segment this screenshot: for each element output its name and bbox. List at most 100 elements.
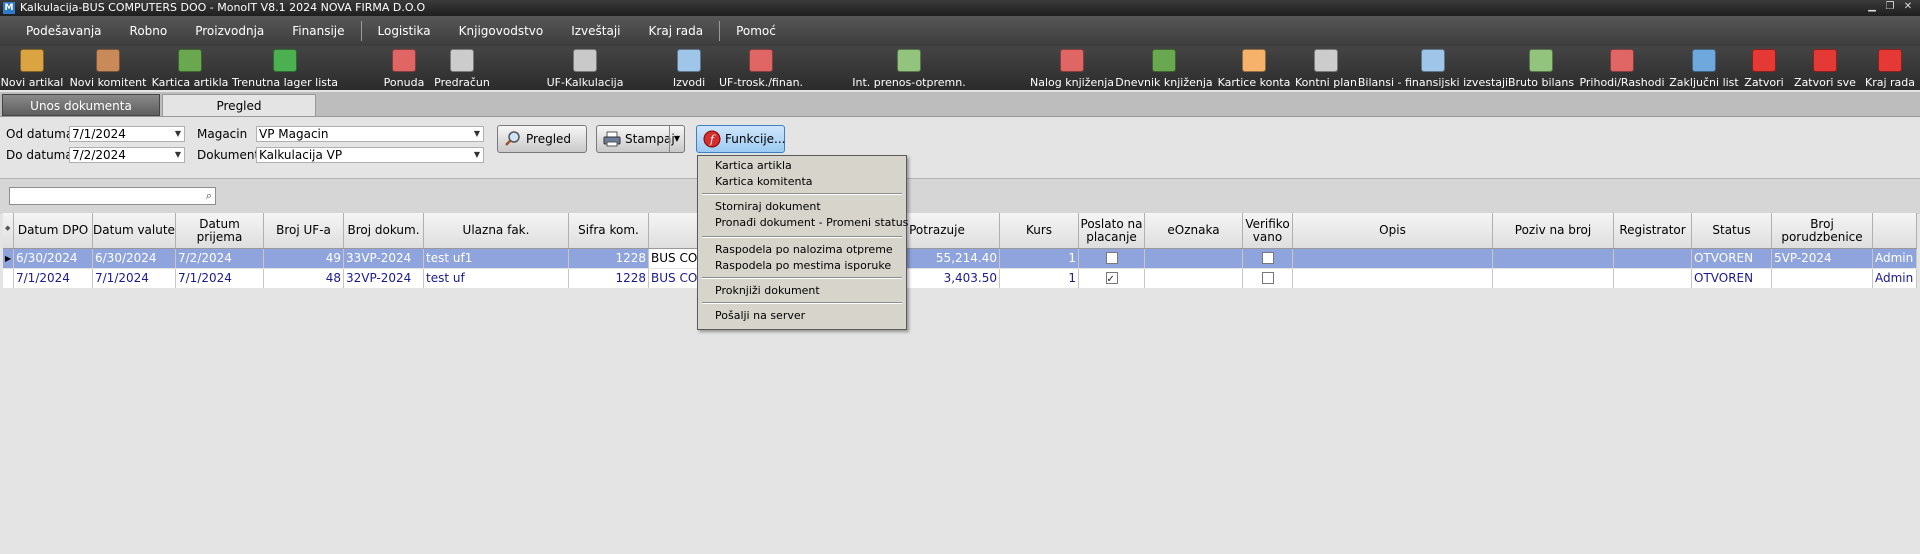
column-header[interactable]: Poziv na broj bbox=[1493, 213, 1614, 248]
checkbox[interactable] bbox=[1105, 251, 1118, 264]
pregled-button[interactable]: Pregled bbox=[497, 125, 587, 153]
menu-separator bbox=[702, 277, 902, 279]
column-header[interactable]: Datum prijema bbox=[176, 213, 264, 248]
table-cell bbox=[1293, 269, 1493, 288]
table-cell: 7/2/2024 bbox=[176, 249, 264, 268]
item-card-icon bbox=[178, 49, 202, 72]
proforma-icon bbox=[450, 49, 474, 72]
magnifier-icon bbox=[504, 130, 522, 148]
search-icon[interactable]: ⌕ bbox=[206, 189, 212, 203]
functions-menu-item[interactable]: Proknjiži dokument bbox=[715, 284, 820, 298]
close-window-icon[interactable]: ✕ bbox=[1902, 0, 1914, 14]
column-header[interactable]: Broj dokum. bbox=[344, 213, 424, 248]
functions-menu-item[interactable]: Pošalji na server bbox=[715, 309, 805, 323]
window-title: Kalkulacija-BUS COMPUTERS DOO - MonoIT V… bbox=[20, 1, 426, 14]
column-header[interactable]: Datum valute bbox=[93, 213, 176, 248]
chevron-down-icon[interactable]: ▼ bbox=[175, 148, 181, 162]
warehouse-select[interactable]: VP Magacin ▼ bbox=[256, 126, 484, 142]
toolbar-label: Trenutna lager lista bbox=[231, 76, 339, 89]
functions-menu-item[interactable]: Raspodela po mestima isporuke bbox=[715, 259, 891, 273]
account-cards-icon bbox=[1242, 49, 1266, 72]
statements-icon bbox=[677, 49, 701, 72]
menu-kraj-rada[interactable]: Kraj rada bbox=[635, 16, 718, 46]
toolbar-transfer-button[interactable]: Int. prenos-otpremn. bbox=[849, 47, 969, 89]
column-header[interactable]: Sifra kom. bbox=[569, 213, 649, 248]
toolbar-balance-button[interactable]: Bilansi - finansijski izvestaji bbox=[1358, 47, 1508, 89]
funkcije-button-label: Funkcije... bbox=[725, 132, 786, 146]
to-date-value: 7/2/2024 bbox=[72, 148, 126, 162]
menu-izvestaji[interactable]: Izveštaji bbox=[557, 16, 634, 46]
checkbox[interactable] bbox=[1105, 270, 1118, 288]
column-header[interactable]: Broj UF-a bbox=[264, 213, 344, 248]
menu-knjigovodstvo[interactable]: Knjigovodstvo bbox=[445, 16, 558, 46]
menu-podesavanja[interactable]: Podešavanja bbox=[12, 16, 116, 46]
functions-menu-item[interactable]: Raspodela po nalozima otpreme bbox=[715, 243, 893, 257]
toolbar-label: Predračun bbox=[434, 76, 490, 89]
menu-robno[interactable]: Robno bbox=[116, 16, 182, 46]
menu-pomoc[interactable]: Pomoć bbox=[722, 16, 790, 46]
tab-pregled[interactable]: Pregled bbox=[162, 94, 316, 116]
document-select[interactable]: Kalkulacija VP ▼ bbox=[256, 147, 484, 163]
menu-logistika[interactable]: Logistika bbox=[364, 16, 445, 46]
tab-unos-dokumenta[interactable]: Unos dokumenta bbox=[2, 94, 160, 116]
menu-separator bbox=[702, 193, 902, 195]
column-header[interactable]: Opis bbox=[1293, 213, 1493, 248]
transfer-icon bbox=[897, 49, 921, 72]
table-cell: 1 bbox=[1000, 269, 1079, 288]
gross-balance-icon bbox=[1529, 49, 1553, 72]
filter-panel: Od datuma 7/1/2024 ▼ Do datuma 7/2/2024 ▼ … bbox=[0, 116, 1920, 179]
functions-menu-item[interactable]: Pronađi dokument - Promeni status bbox=[715, 216, 908, 230]
column-header[interactable]: eOznaka bbox=[1145, 213, 1243, 248]
stampaj-button-label: Stampaj bbox=[625, 132, 675, 146]
table-cell bbox=[1772, 269, 1873, 288]
checkbox[interactable] bbox=[1261, 271, 1274, 284]
menu-separator bbox=[719, 21, 721, 41]
stampaj-button[interactable]: Stampaj ▼ bbox=[596, 125, 685, 153]
table-cell: 5VP-2024 bbox=[1772, 249, 1873, 268]
toolbar-stock-list-button[interactable]: Trenutna lager lista bbox=[225, 47, 345, 89]
functions-menu-item[interactable]: Storniraj dokument bbox=[715, 200, 821, 214]
column-header[interactable]: Datum DPO bbox=[14, 213, 93, 248]
column-header[interactable]: Ulazna fak. bbox=[424, 213, 569, 248]
functions-menu-item[interactable]: Kartica artikla bbox=[715, 159, 792, 173]
chevron-down-icon[interactable]: ▼ bbox=[175, 127, 181, 141]
stock-list-icon bbox=[273, 49, 297, 72]
toolbar-power-button[interactable]: Kraj rada bbox=[1830, 47, 1920, 89]
restore-icon[interactable]: ❐ bbox=[1884, 0, 1896, 14]
toolbar-costs-button[interactable]: UF-trosk./finan. bbox=[701, 47, 821, 89]
chevron-down-icon[interactable]: ▼ bbox=[474, 148, 480, 162]
column-header[interactable]: Poslato na placanje bbox=[1079, 213, 1145, 248]
toolbar-proforma-button[interactable]: Predračun bbox=[402, 47, 522, 89]
column-header[interactable]: Status bbox=[1692, 213, 1772, 248]
column-header[interactable]: Kurs bbox=[1000, 213, 1079, 248]
select-all-icon[interactable]: ◆ bbox=[5, 224, 10, 232]
toolbar-label: Kartica artikla bbox=[151, 76, 229, 89]
chevron-down-icon[interactable]: ▼ bbox=[474, 127, 480, 141]
column-header[interactable]: Broj porudzbenice bbox=[1772, 213, 1873, 248]
search-input[interactable]: ⌕ bbox=[9, 187, 216, 205]
toolbar-calculation-button[interactable]: UF-Kalkulacija bbox=[525, 47, 645, 89]
pregled-button-label: Pregled bbox=[526, 132, 572, 146]
document-value: Kalkulacija VP bbox=[259, 148, 343, 162]
table-row[interactable]: ▶ 6/30/2024 6/30/2024 7/2/2024 49 33VP-2024 te… bbox=[3, 249, 1917, 268]
table-cell: 7/1/2024 bbox=[14, 269, 93, 288]
table-row[interactable]: 7/1/2024 7/1/2024 7/1/2024 48 32VP-2024 test … bbox=[3, 269, 1917, 288]
funkcije-button[interactable]: f Funkcije... bbox=[696, 125, 786, 153]
search-bar: ⌕ bbox=[0, 178, 1920, 214]
table-cell: 6/30/2024 bbox=[93, 249, 176, 268]
functions-menu-item[interactable]: Kartica komitenta bbox=[715, 175, 813, 189]
from-date-field[interactable]: 7/1/2024 ▼ bbox=[69, 126, 185, 142]
menu-proizvodnja[interactable]: Proizvodnja bbox=[181, 16, 278, 46]
to-date-field[interactable]: 7/2/2024 ▼ bbox=[69, 147, 185, 163]
document-label: Dokument bbox=[197, 148, 260, 162]
chevron-down-icon[interactable]: ▼ bbox=[669, 126, 684, 152]
minimize-icon[interactable]: ▁ bbox=[1866, 0, 1878, 14]
column-header[interactable]: Registrator bbox=[1614, 213, 1692, 248]
column-header[interactable] bbox=[1873, 213, 1917, 248]
menu-finansije[interactable]: Finansije bbox=[278, 16, 358, 46]
toolbar-label: Kontni plan bbox=[1295, 76, 1357, 89]
table-cell bbox=[1145, 249, 1243, 268]
table-cell bbox=[1079, 249, 1145, 268]
checkbox[interactable] bbox=[1261, 251, 1274, 264]
column-header[interactable]: Verifiko vano bbox=[1243, 213, 1293, 248]
